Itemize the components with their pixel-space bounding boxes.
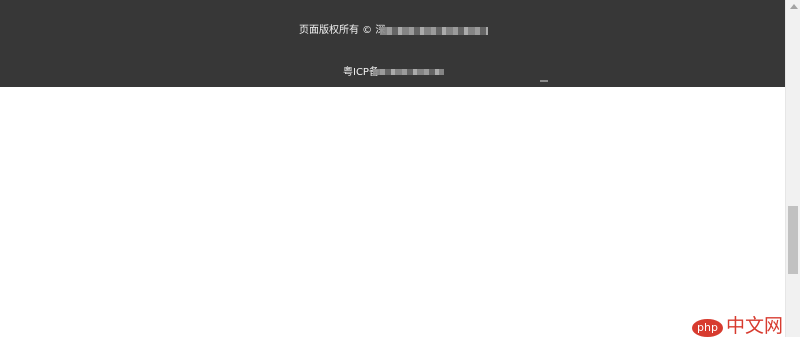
browser-page: 页面版权所有 © 深 粤ICP备 php 中文网	[0, 0, 800, 337]
footer-copyright-text: 页面版权所有 © 深	[299, 25, 386, 36]
vertical-scrollbar[interactable]	[785, 0, 800, 337]
php-cn-watermark: php 中文网	[692, 315, 787, 337]
redacted-company-name	[380, 27, 488, 35]
redacted-icp-number	[373, 69, 444, 75]
scrollbar-thumb[interactable]	[788, 206, 798, 274]
scroll-up-arrow-icon[interactable]	[790, 4, 798, 9]
watermark-text: 中文网	[726, 315, 784, 337]
footer-decoration-mark	[540, 80, 548, 82]
site-footer: 页面版权所有 © 深 粤ICP备	[0, 0, 785, 87]
php-logo-icon: php	[692, 319, 723, 337]
